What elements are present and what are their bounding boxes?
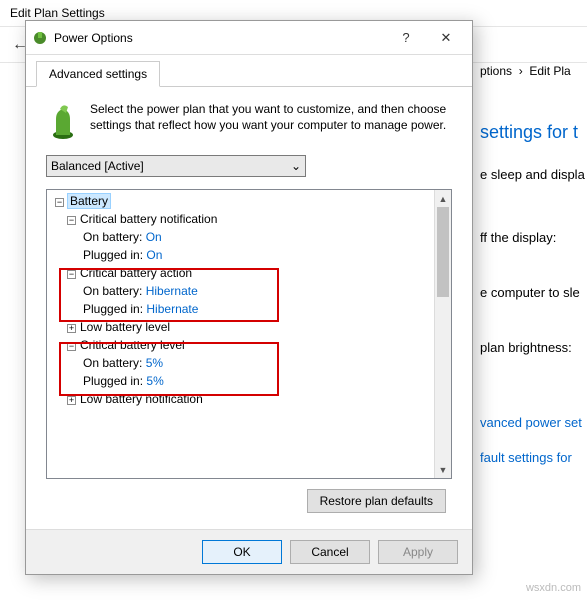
collapse-icon[interactable]: − [55, 198, 64, 207]
leaf-label: Plugged in: [83, 374, 143, 388]
dialog-footer: OK Cancel Apply [26, 529, 472, 574]
tree-leaf[interactable]: On battery: Hibernate [49, 282, 449, 300]
power-plan-icon [46, 101, 80, 141]
restore-defaults-button[interactable]: Restore plan defaults [307, 489, 446, 513]
tree-leaf[interactable]: Plugged in: 5% [49, 372, 449, 390]
tree-label: Battery [68, 194, 110, 208]
dialog-body: Select the power plan that you want to c… [26, 87, 472, 529]
power-options-icon [32, 30, 48, 46]
breadcrumb-part: ptions [480, 64, 512, 78]
breadcrumb-part: Edit Pla [529, 64, 570, 78]
restore-row: Restore plan defaults [46, 479, 452, 523]
tree-node-critical-notification[interactable]: −Critical battery notification [49, 210, 449, 228]
leaf-label: On battery: [83, 356, 142, 370]
power-options-dialog: Power Options ? ✕ Advanced settings Sele… [25, 20, 473, 575]
tree-label: Low battery level [80, 320, 170, 334]
leaf-value[interactable]: On [146, 230, 162, 244]
advanced-power-link[interactable]: vanced power set [480, 415, 587, 430]
tree-leaf[interactable]: On battery: On [49, 228, 449, 246]
close-button[interactable]: ✕ [426, 24, 466, 52]
watermark: wsxdn.com [526, 582, 581, 594]
expand-icon[interactable]: + [67, 396, 76, 405]
dialog-titlebar[interactable]: Power Options ? ✕ [26, 21, 472, 55]
leaf-value[interactable]: 5% [146, 374, 163, 388]
bg-label: plan brightness: [480, 340, 587, 355]
settings-tree[interactable]: −Battery −Critical battery notification … [46, 189, 452, 479]
tree-node-low-notification[interactable]: + Low battery notification [49, 390, 449, 408]
tree-leaf[interactable]: Plugged in: On [49, 246, 449, 264]
bg-label: e sleep and displa [480, 167, 587, 182]
tree-content: −Battery −Critical battery notification … [47, 190, 451, 478]
intro-text: Select the power plan that you want to c… [90, 101, 452, 141]
tree-node-battery[interactable]: −Battery [49, 192, 449, 210]
tab-advanced-settings[interactable]: Advanced settings [36, 61, 160, 87]
tab-bar: Advanced settings [26, 55, 472, 87]
intro-section: Select the power plan that you want to c… [46, 101, 452, 141]
apply-button[interactable]: Apply [378, 540, 458, 564]
dialog-title: Power Options [54, 31, 386, 45]
default-settings-link[interactable]: fault settings for [480, 450, 587, 465]
tree-node-critical-level[interactable]: −Critical battery level [49, 336, 449, 354]
chevron-down-icon: ⌄ [291, 159, 301, 173]
tree-label: Critical battery level [80, 338, 185, 352]
ok-button[interactable]: OK [202, 540, 282, 564]
scroll-down-icon[interactable]: ▼ [435, 461, 451, 478]
breadcrumb[interactable]: ptions › Edit Pla [480, 60, 587, 82]
help-button[interactable]: ? [386, 24, 426, 52]
collapse-icon[interactable]: − [67, 270, 76, 279]
collapse-icon[interactable]: − [67, 216, 76, 225]
bg-label: ff the display: [480, 230, 587, 245]
scrollbar[interactable]: ▲ ▼ [434, 190, 451, 478]
leaf-value[interactable]: On [146, 248, 162, 262]
leaf-label: Plugged in: [83, 248, 143, 262]
tree-label: Critical battery action [80, 266, 192, 280]
tree-label: Low battery notification [80, 392, 203, 406]
leaf-label: On battery: [83, 230, 142, 244]
tree-node-critical-action[interactable]: −Critical battery action [49, 264, 449, 282]
expand-icon[interactable]: + [67, 324, 76, 333]
bg-label: e computer to sle [480, 285, 587, 300]
power-plan-select[interactable]: Balanced [Active] ⌄ [46, 155, 306, 177]
collapse-icon[interactable]: − [67, 342, 76, 351]
parent-content: ptions › Edit Pla settings for t e sleep… [480, 60, 587, 465]
leaf-value[interactable]: Hibernate [146, 302, 198, 316]
page-heading: settings for t [480, 122, 587, 143]
scroll-track[interactable] [435, 207, 451, 461]
tree-node-low-level[interactable]: + Low battery level [49, 318, 449, 336]
leaf-value[interactable]: 5% [146, 356, 163, 370]
tree-leaf[interactable]: On battery: 5% [49, 354, 449, 372]
scroll-thumb[interactable] [437, 207, 449, 297]
power-plan-value: Balanced [Active] [51, 159, 144, 173]
leaf-label: Plugged in: [83, 302, 143, 316]
cancel-button[interactable]: Cancel [290, 540, 370, 564]
tree-leaf[interactable]: Plugged in: Hibernate [49, 300, 449, 318]
leaf-value[interactable]: Hibernate [146, 284, 198, 298]
leaf-label: On battery: [83, 284, 142, 298]
tree-label: Critical battery notification [80, 212, 217, 226]
scroll-up-icon[interactable]: ▲ [435, 190, 451, 207]
